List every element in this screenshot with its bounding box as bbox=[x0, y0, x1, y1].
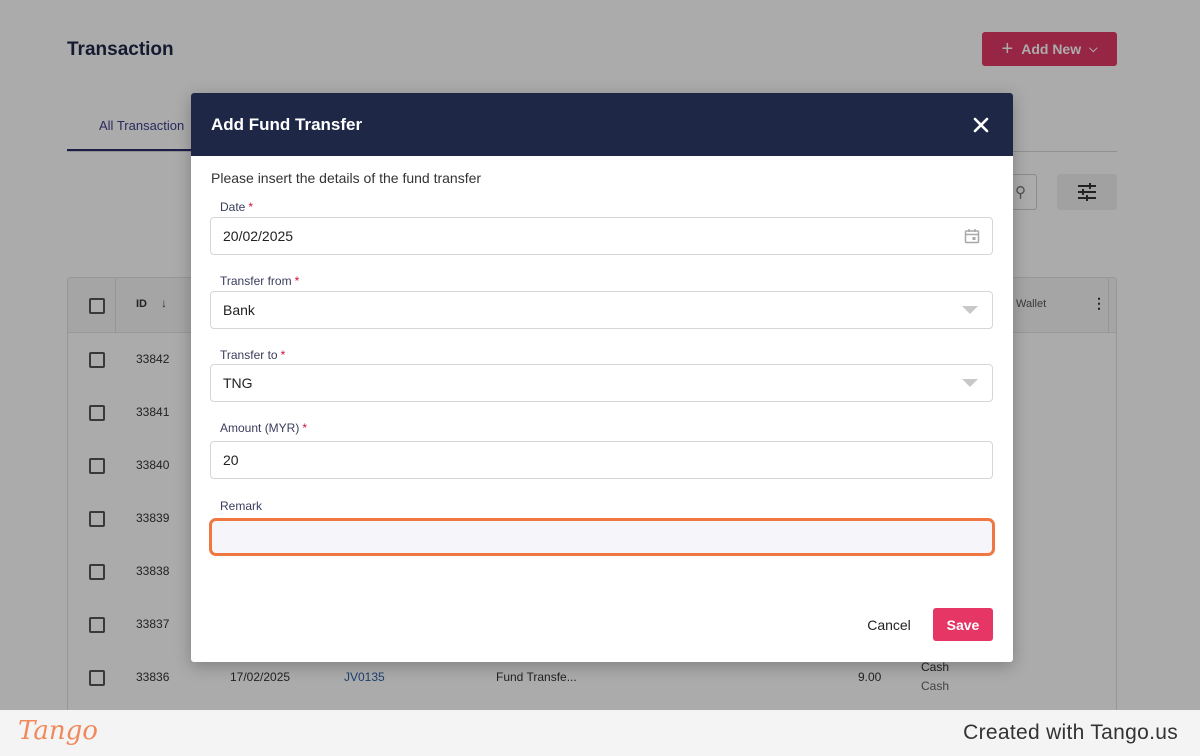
transfer-to-select[interactable]: TNG bbox=[210, 364, 993, 402]
date-field[interactable]: 20/02/2025 bbox=[210, 217, 993, 255]
amount-label: Amount (MYR) * bbox=[220, 421, 307, 435]
required-marker: * bbox=[302, 421, 308, 435]
amount-input[interactable]: 20 bbox=[210, 441, 993, 479]
transfer-from-label-text: Transfer from bbox=[220, 274, 292, 288]
tango-footer: Tango Created with Tango.us bbox=[0, 710, 1200, 756]
amount-label-text: Amount (MYR) bbox=[220, 421, 300, 435]
created-with-text: Created with Tango.us bbox=[963, 721, 1178, 744]
required-marker: * bbox=[280, 348, 286, 362]
date-label-text: Date bbox=[220, 200, 246, 214]
transfer-to-label: Transfer to * bbox=[220, 348, 285, 362]
date-value: 20/02/2025 bbox=[223, 228, 294, 244]
required-marker: * bbox=[294, 274, 300, 288]
transfer-from-label: Transfer from * bbox=[220, 274, 299, 288]
remark-input[interactable] bbox=[209, 518, 995, 556]
close-button[interactable] bbox=[969, 113, 993, 137]
transfer-to-value: TNG bbox=[223, 375, 253, 391]
dialog-title: Add Fund Transfer bbox=[211, 114, 363, 134]
required-marker: * bbox=[248, 200, 254, 214]
dropdown-arrow-icon bbox=[962, 379, 978, 387]
remark-label: Remark bbox=[220, 499, 263, 513]
dialog-description: Please insert the details of the fund tr… bbox=[211, 170, 482, 186]
amount-value: 20 bbox=[223, 452, 239, 468]
date-label: Date * bbox=[220, 200, 253, 214]
transfer-to-label-text: Transfer to bbox=[220, 348, 278, 362]
add-fund-transfer-dialog: Add Fund Transfer Please insert the deta… bbox=[191, 93, 1013, 662]
dropdown-arrow-icon bbox=[962, 306, 978, 314]
transfer-from-value: Bank bbox=[223, 302, 255, 318]
cancel-button[interactable]: Cancel bbox=[855, 608, 923, 641]
dialog-header: Add Fund Transfer bbox=[191, 93, 1013, 156]
save-button[interactable]: Save bbox=[933, 608, 993, 641]
transfer-from-select[interactable]: Bank bbox=[210, 291, 993, 329]
calendar-icon[interactable] bbox=[964, 228, 980, 244]
close-icon bbox=[973, 117, 989, 132]
tango-logo: Tango bbox=[18, 716, 98, 746]
